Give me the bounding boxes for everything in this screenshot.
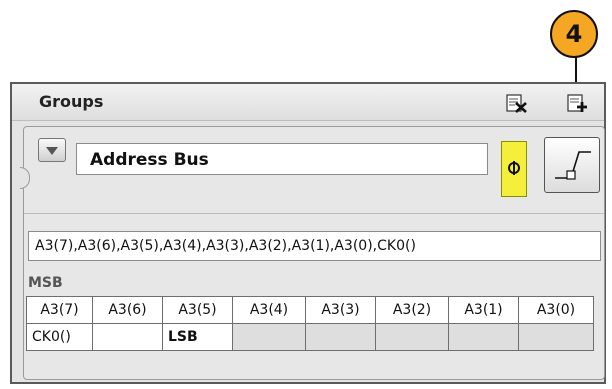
group-name-field[interactable]: Address Bus <box>76 143 488 175</box>
bit-order-table: A3(7) A3(6) A3(5) A3(4) A3(3) A3(2) A3(1… <box>26 296 594 351</box>
channel-list-field[interactable]: A3(7),A3(6),A3(5),A3(4),A3(3),A3(2),A3(1… <box>28 231 601 261</box>
callout-badge: 4 <box>550 10 598 58</box>
bit-cell-empty <box>518 323 594 351</box>
delete-group-icon <box>506 93 528 113</box>
bit-cell[interactable]: A3(3) <box>305 296 376 324</box>
group-editor: Address Bus A3(7),A3(6),A3(5),A3(4),A3(3… <box>20 126 605 380</box>
bit-cell-empty <box>375 323 449 351</box>
add-group-icon <box>567 93 589 113</box>
trigger-edge-button[interactable] <box>544 137 600 193</box>
polarity-icon <box>507 160 521 179</box>
bit-cell[interactable]: A3(0) <box>518 296 594 324</box>
bit-cell[interactable]: A3(1) <box>448 296 519 324</box>
add-group-button[interactable] <box>567 93 589 113</box>
rising-edge-icon <box>545 151 599 196</box>
groups-header: Groups <box>12 84 604 121</box>
groups-panel: Groups Address Bus A3(7),A3(6),A3(5),A3(… <box>10 82 606 384</box>
bit-cell[interactable]: A3(4) <box>232 296 306 324</box>
group-box-notch <box>20 167 30 189</box>
bit-cell-empty <box>92 323 163 351</box>
polarity-button[interactable] <box>501 141 527 197</box>
section-divider <box>24 213 604 214</box>
bit-cell[interactable]: A3(6) <box>92 296 163 324</box>
bit-cell[interactable]: CK0() <box>26 323 93 351</box>
panel-title: Groups <box>39 92 104 111</box>
bit-cell-empty <box>305 323 376 351</box>
msb-label: MSB <box>28 275 63 291</box>
lsb-label: LSB <box>162 323 233 351</box>
group-expand-button[interactable] <box>38 138 66 162</box>
bit-cell[interactable]: A3(5) <box>162 296 233 324</box>
bit-cell-empty <box>448 323 519 351</box>
chevron-down-icon <box>45 141 59 160</box>
bit-cell[interactable]: A3(7) <box>26 296 93 324</box>
bit-cell[interactable]: A3(2) <box>375 296 449 324</box>
bit-cell-empty <box>232 323 306 351</box>
delete-group-button[interactable] <box>506 93 528 113</box>
